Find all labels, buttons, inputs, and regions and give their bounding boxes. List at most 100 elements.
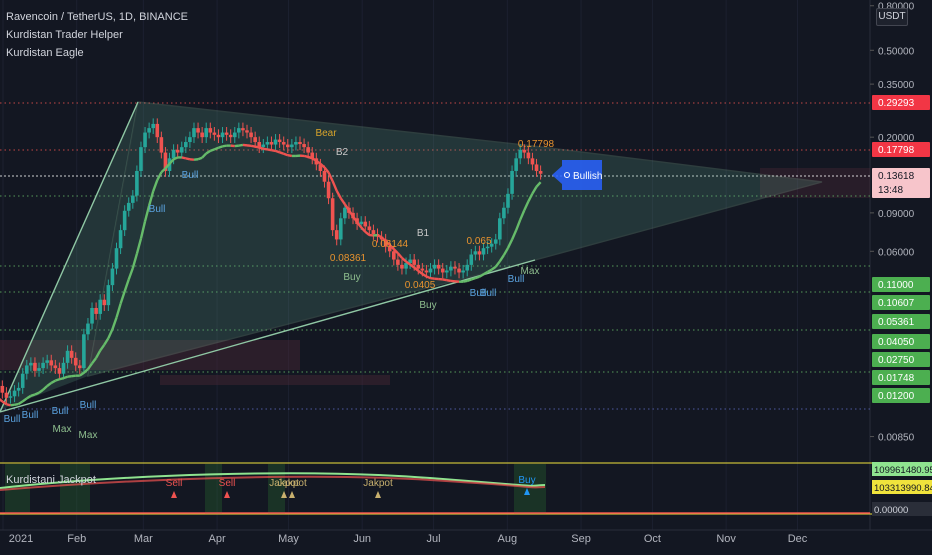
candle-body (421, 269, 425, 271)
chart-annotation: Buy (419, 300, 436, 311)
price-label: 0.13618 (878, 171, 915, 182)
candle-body (155, 124, 159, 137)
price-label: 0.29293 (878, 98, 915, 109)
candle-body (107, 285, 111, 305)
candle-body (13, 391, 17, 397)
candle-body (372, 230, 376, 234)
indicator-label-2[interactable]: Kurdistan Eagle (6, 44, 188, 62)
candle-body (453, 267, 457, 269)
moving-average-segment (276, 151, 280, 152)
candle-body (429, 269, 433, 273)
candle-body (514, 158, 518, 171)
candle-body (21, 374, 25, 388)
candle-body (151, 124, 155, 128)
sub-marker-label: Jakpot (277, 478, 307, 489)
candle-body (131, 196, 135, 203)
chart-stage[interactable]: BullBullBullBullMaxMaxBullBullBearB2B10.… (0, 0, 932, 550)
chart-annotation: 0.06144 (372, 239, 409, 250)
candle-body (66, 351, 70, 363)
candle-body (445, 271, 449, 273)
price-label: 0.11000 (878, 280, 914, 291)
candle-body (331, 198, 335, 230)
chart-annotation: B2 (336, 147, 349, 158)
candle-body (5, 393, 9, 398)
candle-body (221, 133, 225, 138)
candle-body (274, 140, 278, 145)
time-tick-label: May (278, 533, 299, 545)
sub-marker-label: Jakpot (363, 478, 393, 489)
chart-annotation: Max (79, 430, 98, 441)
candle-body (412, 260, 416, 265)
chart-annotation: Bull (22, 410, 39, 421)
signal-band (514, 464, 546, 514)
candle-body (441, 269, 445, 273)
candle-body (62, 363, 66, 374)
candle-body (359, 222, 363, 224)
chart-legend: Ravencoin / TetherUS, 1D, BINANCE Kurdis… (6, 8, 188, 62)
moving-average-segment (263, 149, 267, 150)
candle-body (368, 226, 372, 230)
candle-body (237, 128, 241, 132)
candle-body (278, 140, 282, 142)
signal-band (60, 464, 90, 514)
candle-body (33, 363, 37, 371)
candle-body (282, 142, 286, 145)
price-chart[interactable]: BullBullBullBullMaxMaxBullBullBearB2B10.… (0, 0, 932, 550)
candle-body (339, 218, 343, 239)
candle-body (270, 142, 274, 145)
candle-body (498, 218, 502, 239)
candle-body (225, 133, 229, 135)
candle-body (41, 363, 45, 368)
candle-body (74, 358, 78, 366)
time-tick-label: Nov (716, 533, 736, 545)
moving-average-segment (259, 148, 263, 149)
candle-body (86, 324, 90, 335)
moving-average-segment (308, 157, 312, 158)
candle-body (37, 368, 41, 371)
candle-body (506, 194, 510, 208)
symbol-title[interactable]: Ravencoin / TetherUS, 1D, BINANCE (6, 8, 188, 26)
candle-body (433, 265, 437, 269)
candle-body (123, 211, 127, 230)
volume-zone (160, 375, 390, 385)
time-tick-label: Dec (788, 533, 808, 545)
chart-annotation: Max (53, 424, 72, 435)
candle-body (135, 171, 139, 196)
moving-average-segment (463, 281, 467, 282)
candle-body (143, 133, 147, 148)
candle-body (449, 267, 453, 271)
candle-body (522, 150, 526, 153)
candle-body (253, 137, 257, 142)
moving-average-segment (35, 393, 39, 395)
candle-body (363, 222, 367, 227)
candle-body (539, 171, 543, 174)
candle-body (54, 365, 58, 368)
moving-average-segment (63, 377, 67, 378)
moving-average-segment (6, 404, 10, 405)
sub-panel-title[interactable]: Kurdistani Jackpot (6, 474, 96, 486)
moving-average-segment (447, 280, 451, 281)
currency-button[interactable]: USDT (876, 8, 908, 26)
chart-annotation: Bull (182, 170, 199, 181)
candle-body (478, 251, 482, 254)
moving-average-segment (271, 150, 275, 151)
candle-body (262, 145, 266, 148)
candle-body (286, 145, 290, 148)
candle-body (510, 171, 514, 194)
price-label: 0.01748 (878, 373, 915, 384)
candle-body (302, 144, 306, 147)
candle-body (1, 386, 5, 393)
candle-body (469, 255, 473, 265)
indicator-label-1[interactable]: Kurdistan Trader Helper (6, 26, 188, 44)
candle-body (465, 265, 469, 271)
time-tick-label: 2021 (9, 533, 33, 545)
signal-band (205, 464, 222, 514)
candle-body (425, 271, 429, 273)
candle-body (294, 142, 298, 145)
moving-average-segment (210, 149, 214, 150)
moving-average-segment (223, 146, 227, 147)
chart-annotation: 0.17798 (518, 139, 555, 150)
candle-body (531, 158, 535, 164)
price-label: 0.05361 (878, 317, 915, 328)
price-countdown: 13:48 (878, 185, 903, 196)
